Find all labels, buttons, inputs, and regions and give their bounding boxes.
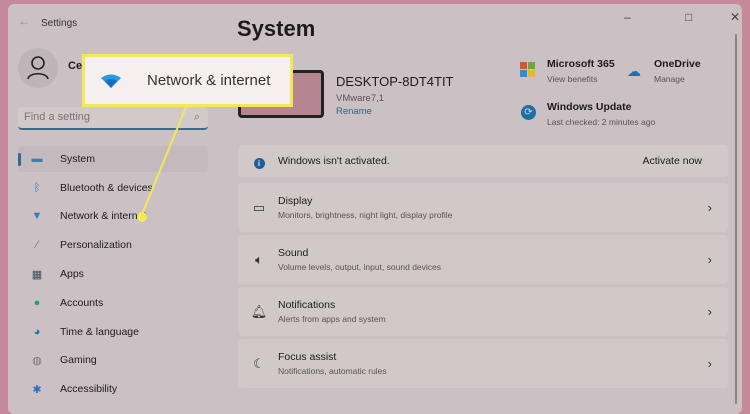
wifi-icon <box>101 74 121 88</box>
callout-label: Network & internet <box>147 72 271 89</box>
callout-box: Network & internet <box>82 54 293 107</box>
callout-dot <box>137 212 147 222</box>
callout-line <box>140 106 187 218</box>
